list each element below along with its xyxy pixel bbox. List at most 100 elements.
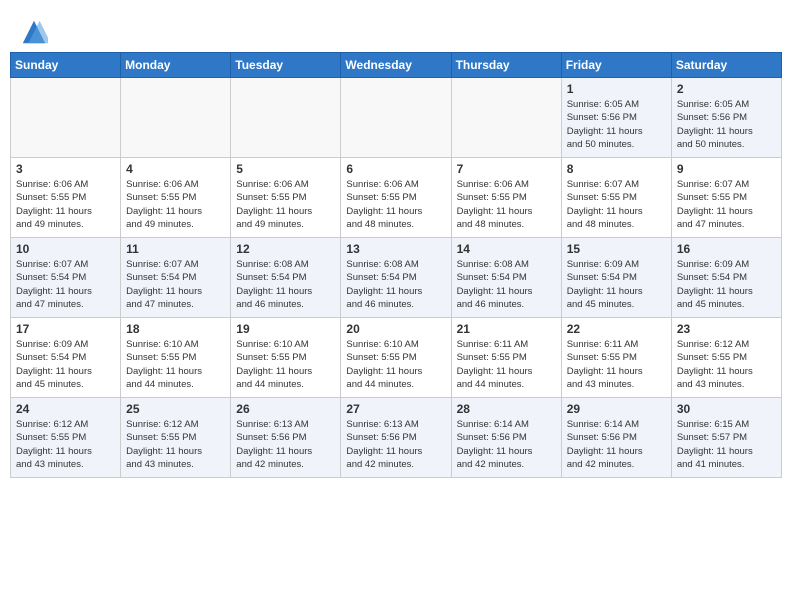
day-number: 3 [16,162,115,176]
day-info: Sunrise: 6:08 AM Sunset: 5:54 PM Dayligh… [457,258,556,311]
day-info: Sunrise: 6:12 AM Sunset: 5:55 PM Dayligh… [126,418,225,471]
day-info: Sunrise: 6:10 AM Sunset: 5:55 PM Dayligh… [126,338,225,391]
day-cell: 10 Sunrise: 6:07 AM Sunset: 5:54 PM Dayli… [11,238,121,318]
calendar-header: SundayMondayTuesdayWednesdayThursdayFrid… [11,53,782,78]
day-number: 22 [567,322,666,336]
day-cell: 7 Sunrise: 6:06 AM Sunset: 5:55 PM Daylig… [451,158,561,238]
day-cell: 1 Sunrise: 6:05 AM Sunset: 5:56 PM Daylig… [561,78,671,158]
page-header [10,10,782,52]
header-cell-tuesday: Tuesday [231,53,341,78]
header-cell-thursday: Thursday [451,53,561,78]
day-cell: 9 Sunrise: 6:07 AM Sunset: 5:55 PM Daylig… [671,158,781,238]
day-info: Sunrise: 6:14 AM Sunset: 5:56 PM Dayligh… [457,418,556,471]
day-info: Sunrise: 6:09 AM Sunset: 5:54 PM Dayligh… [677,258,776,311]
day-cell: 24 Sunrise: 6:12 AM Sunset: 5:55 PM Dayli… [11,398,121,478]
day-number: 6 [346,162,445,176]
header-cell-saturday: Saturday [671,53,781,78]
week-row-4: 17 Sunrise: 6:09 AM Sunset: 5:54 PM Dayli… [11,318,782,398]
day-number: 27 [346,402,445,416]
day-info: Sunrise: 6:07 AM Sunset: 5:55 PM Dayligh… [677,178,776,231]
day-cell: 11Sunrise: 6:07 AM Sunset: 5:54 PM Dayli… [121,238,231,318]
header-cell-sunday: Sunday [11,53,121,78]
day-info: Sunrise: 6:06 AM Sunset: 5:55 PM Dayligh… [346,178,445,231]
day-info: Sunrise: 6:07 AM Sunset: 5:54 PM Dayligh… [16,258,115,311]
day-number: 7 [457,162,556,176]
day-number: 4 [126,162,225,176]
day-number: 21 [457,322,556,336]
day-number: 13 [346,242,445,256]
day-cell: 13Sunrise: 6:08 AM Sunset: 5:54 PM Dayli… [341,238,451,318]
day-number: 30 [677,402,776,416]
day-number: 25 [126,402,225,416]
day-cell: 17 Sunrise: 6:09 AM Sunset: 5:54 PM Dayli… [11,318,121,398]
day-info: Sunrise: 6:15 AM Sunset: 5:57 PM Dayligh… [677,418,776,471]
day-number: 26 [236,402,335,416]
day-info: Sunrise: 6:07 AM Sunset: 5:55 PM Dayligh… [567,178,666,231]
day-cell [341,78,451,158]
day-number: 24 [16,402,115,416]
day-info: Sunrise: 6:06 AM Sunset: 5:55 PM Dayligh… [236,178,335,231]
day-info: Sunrise: 6:06 AM Sunset: 5:55 PM Dayligh… [457,178,556,231]
day-info: Sunrise: 6:10 AM Sunset: 5:55 PM Dayligh… [236,338,335,391]
day-cell [11,78,121,158]
day-number: 20 [346,322,445,336]
day-info: Sunrise: 6:14 AM Sunset: 5:56 PM Dayligh… [567,418,666,471]
week-row-3: 10 Sunrise: 6:07 AM Sunset: 5:54 PM Dayli… [11,238,782,318]
day-info: Sunrise: 6:06 AM Sunset: 5:55 PM Dayligh… [16,178,115,231]
day-info: Sunrise: 6:05 AM Sunset: 5:56 PM Dayligh… [567,98,666,151]
day-cell: 6 Sunrise: 6:06 AM Sunset: 5:55 PM Daylig… [341,158,451,238]
day-cell: 18 Sunrise: 6:10 AM Sunset: 5:55 PM Dayli… [121,318,231,398]
calendar-body: 1 Sunrise: 6:05 AM Sunset: 5:56 PM Daylig… [11,78,782,478]
day-cell: 12 Sunrise: 6:08 AM Sunset: 5:54 PM Dayli… [231,238,341,318]
week-row-1: 1 Sunrise: 6:05 AM Sunset: 5:56 PM Daylig… [11,78,782,158]
day-cell: 8Sunrise: 6:07 AM Sunset: 5:55 PM Daylig… [561,158,671,238]
day-info: Sunrise: 6:12 AM Sunset: 5:55 PM Dayligh… [677,338,776,391]
day-number: 19 [236,322,335,336]
day-info: Sunrise: 6:08 AM Sunset: 5:54 PM Dayligh… [236,258,335,311]
day-cell: 23 Sunrise: 6:12 AM Sunset: 5:55 PM Dayli… [671,318,781,398]
day-number: 23 [677,322,776,336]
day-info: Sunrise: 6:13 AM Sunset: 5:56 PM Dayligh… [236,418,335,471]
day-number: 1 [567,82,666,96]
day-info: Sunrise: 6:09 AM Sunset: 5:54 PM Dayligh… [567,258,666,311]
day-cell: 14Sunrise: 6:08 AM Sunset: 5:54 PM Dayli… [451,238,561,318]
logo-icon [20,18,48,46]
day-number: 17 [16,322,115,336]
header-cell-wednesday: Wednesday [341,53,451,78]
day-info: Sunrise: 6:11 AM Sunset: 5:55 PM Dayligh… [567,338,666,391]
logo [20,18,50,46]
day-cell: 3 Sunrise: 6:06 AM Sunset: 5:55 PM Daylig… [11,158,121,238]
day-cell: 21 Sunrise: 6:11 AM Sunset: 5:55 PM Dayli… [451,318,561,398]
day-cell: 28 Sunrise: 6:14 AM Sunset: 5:56 PM Dayli… [451,398,561,478]
day-info: Sunrise: 6:09 AM Sunset: 5:54 PM Dayligh… [16,338,115,391]
header-row: SundayMondayTuesdayWednesdayThursdayFrid… [11,53,782,78]
day-cell [121,78,231,158]
day-info: Sunrise: 6:13 AM Sunset: 5:56 PM Dayligh… [346,418,445,471]
day-number: 9 [677,162,776,176]
day-info: Sunrise: 6:10 AM Sunset: 5:55 PM Dayligh… [346,338,445,391]
day-number: 5 [236,162,335,176]
day-info: Sunrise: 6:05 AM Sunset: 5:56 PM Dayligh… [677,98,776,151]
day-cell: 26 Sunrise: 6:13 AM Sunset: 5:56 PM Dayli… [231,398,341,478]
day-cell: 4Sunrise: 6:06 AM Sunset: 5:55 PM Daylig… [121,158,231,238]
day-number: 28 [457,402,556,416]
day-info: Sunrise: 6:12 AM Sunset: 5:55 PM Dayligh… [16,418,115,471]
day-cell: 25 Sunrise: 6:12 AM Sunset: 5:55 PM Dayli… [121,398,231,478]
day-cell: 15Sunrise: 6:09 AM Sunset: 5:54 PM Dayli… [561,238,671,318]
day-cell: 2 Sunrise: 6:05 AM Sunset: 5:56 PM Daylig… [671,78,781,158]
week-row-2: 3 Sunrise: 6:06 AM Sunset: 5:55 PM Daylig… [11,158,782,238]
day-number: 10 [16,242,115,256]
day-info: Sunrise: 6:11 AM Sunset: 5:55 PM Dayligh… [457,338,556,391]
day-number: 18 [126,322,225,336]
day-number: 12 [236,242,335,256]
day-number: 29 [567,402,666,416]
day-cell: 20 Sunrise: 6:10 AM Sunset: 5:55 PM Dayli… [341,318,451,398]
day-cell: 19 Sunrise: 6:10 AM Sunset: 5:55 PM Dayli… [231,318,341,398]
day-number: 2 [677,82,776,96]
day-cell: 5 Sunrise: 6:06 AM Sunset: 5:55 PM Daylig… [231,158,341,238]
header-cell-monday: Monday [121,53,231,78]
day-cell: 16Sunrise: 6:09 AM Sunset: 5:54 PM Dayli… [671,238,781,318]
day-cell: 30 Sunrise: 6:15 AM Sunset: 5:57 PM Dayli… [671,398,781,478]
calendar-table: SundayMondayTuesdayWednesdayThursdayFrid… [10,52,782,478]
header-cell-friday: Friday [561,53,671,78]
